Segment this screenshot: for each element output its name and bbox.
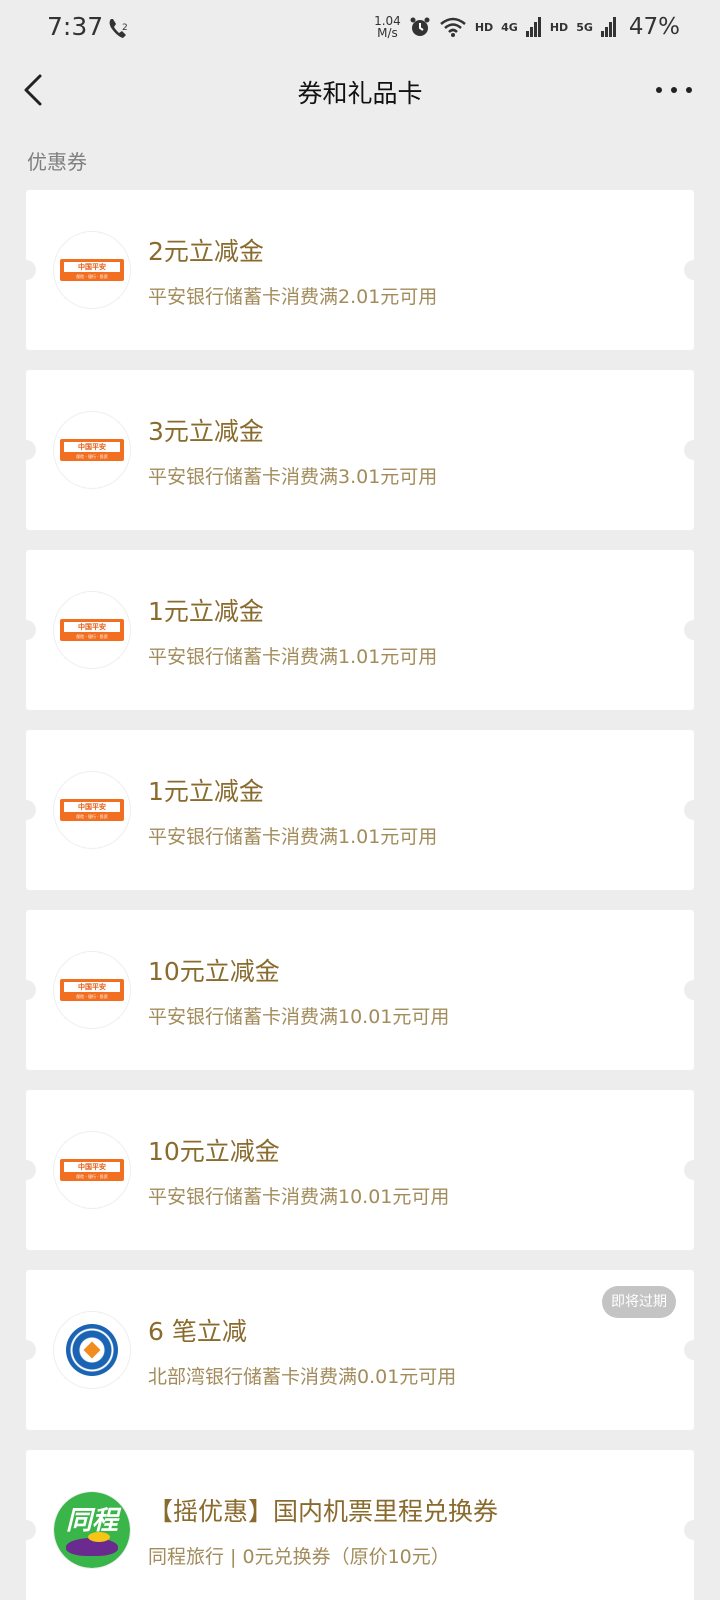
ping-an-logo: 中国平安保险 · 银行 · 投资: [54, 232, 130, 308]
coupon-card[interactable]: 中国平安保险 · 银行 · 投资 10元立减金 平安银行储蓄卡消费满10.01元…: [16, 910, 704, 1070]
battery-level: 47%: [628, 14, 680, 40]
coupon-desc: 同程旅行 | 0元兑换券（原价10元）: [148, 1546, 450, 1568]
coupon-title: 3元立减金: [148, 417, 264, 446]
coupon-desc: 平安银行储蓄卡消费满10.01元可用: [148, 1186, 450, 1208]
ping-an-logo-text: 中国平安: [64, 622, 120, 632]
ping-an-logo-sub: 保险 · 银行 · 投资: [76, 994, 108, 999]
expiry-badge: 即将过期: [602, 1286, 676, 1318]
ping-an-logo-sub: 保险 · 银行 · 投资: [76, 274, 108, 279]
coupon-card[interactable]: 6 笔立减 北部湾银行储蓄卡消费满0.01元可用 即将过期: [16, 1270, 704, 1430]
coupon-desc: 北部湾银行储蓄卡消费满0.01元可用: [148, 1366, 457, 1388]
signal-bars-icon: [600, 17, 616, 37]
ping-an-logo-text: 中国平安: [64, 982, 120, 992]
coupon-card[interactable]: 中国平安保险 · 银行 · 投资 1元立减金 平安银行储蓄卡消费满1.01元可用: [16, 550, 704, 710]
alarm-icon: [410, 17, 430, 36]
ping-an-logo: 中国平安保险 · 银行 · 投资: [54, 952, 130, 1028]
coupon-card[interactable]: 同程 【摇优惠】国内机票里程兑换券 同程旅行 | 0元兑换券（原价10元）: [16, 1450, 704, 1600]
ping-an-logo-sub: 保险 · 银行 · 投资: [76, 634, 108, 639]
coupon-desc: 平安银行储蓄卡消费满10.01元可用: [148, 1006, 450, 1028]
coupon-title: 【摇优惠】国内机票里程兑换券: [148, 1497, 499, 1526]
ping-an-logo-text: 中国平安: [64, 802, 120, 812]
ping-an-logo: 中国平安保险 · 银行 · 投资: [54, 592, 130, 668]
tongcheng-logo-text: 同程: [65, 1506, 118, 1536]
coupon-title: 1元立减金: [148, 597, 264, 626]
hd-label-2: HD: [549, 20, 569, 34]
coupon-card[interactable]: 中国平安保险 · 银行 · 投资 3元立减金 平安银行储蓄卡消费满3.01元可用: [16, 370, 704, 530]
more-dots-icon[interactable]: [656, 76, 692, 104]
network-speed: 1.04 M/s: [374, 15, 401, 39]
coupon-desc: 平安银行储蓄卡消费满2.01元可用: [148, 286, 438, 308]
section-label-coupons: 优惠券: [27, 150, 87, 174]
hd-label-1: HD: [474, 20, 494, 34]
coupon-title: 2元立减金: [148, 237, 264, 266]
ping-an-logo: 中国平安保险 · 银行 · 投资: [54, 1132, 130, 1208]
coupon-desc: 平安银行储蓄卡消费满3.01元可用: [148, 466, 438, 488]
ping-an-logo: 中国平安保险 · 银行 · 投资: [54, 772, 130, 848]
status-bar: 7:37 2 1.04 M/s HD 4G HD 5G 47%: [0, 0, 720, 60]
coupon-title: 10元立减金: [148, 957, 280, 986]
coupon-card[interactable]: 中国平安保险 · 银行 · 投资 10元立减金 平安银行储蓄卡消费满10.01元…: [16, 1090, 704, 1250]
beibuwan-bank-logo: [54, 1312, 130, 1388]
wifi-icon: [440, 17, 466, 37]
coupon-title: 1元立减金: [148, 777, 264, 806]
coupon-desc: 平安银行储蓄卡消费满1.01元可用: [148, 826, 438, 848]
svg-text:2: 2: [122, 23, 128, 33]
nav-bar: 券和礼品卡: [0, 60, 720, 120]
ping-an-logo-text: 中国平安: [64, 262, 120, 272]
status-time: 7:37: [47, 12, 104, 41]
signal-bars-icon: [525, 17, 541, 37]
ping-an-logo-sub: 保险 · 银行 · 投资: [76, 814, 108, 819]
coupon-card[interactable]: 中国平安保险 · 银行 · 投资 1元立减金 平安银行储蓄卡消费满1.01元可用: [16, 730, 704, 890]
ping-an-logo-sub: 保险 · 银行 · 投资: [76, 454, 108, 459]
network-speed-unit: M/s: [377, 26, 398, 40]
coupon-title: 6 笔立减: [148, 1317, 247, 1346]
ping-an-logo-text: 中国平安: [64, 442, 120, 452]
page-title: 券和礼品卡: [297, 79, 423, 108]
coupon-desc: 平安银行储蓄卡消费满1.01元可用: [148, 646, 438, 668]
ping-an-logo-sub: 保险 · 银行 · 投资: [76, 1174, 108, 1179]
hd-call-icon: 2: [109, 19, 128, 38]
coupon-card[interactable]: 中国平安保险 · 银行 · 投资 2元立减金 平安银行储蓄卡消费满2.01元可用: [16, 190, 704, 350]
status-right-group: 1.04 M/s HD 4G HD 5G 47%: [374, 14, 680, 40]
signal-1-label: 4G: [501, 20, 518, 34]
signal-2-label: 5G: [576, 20, 593, 34]
ping-an-logo-text: 中国平安: [64, 1162, 120, 1172]
coupon-title: 10元立减金: [148, 1137, 280, 1166]
tongcheng-logo: 同程: [54, 1492, 130, 1568]
ping-an-logo: 中国平安保险 · 银行 · 投资: [54, 412, 130, 488]
